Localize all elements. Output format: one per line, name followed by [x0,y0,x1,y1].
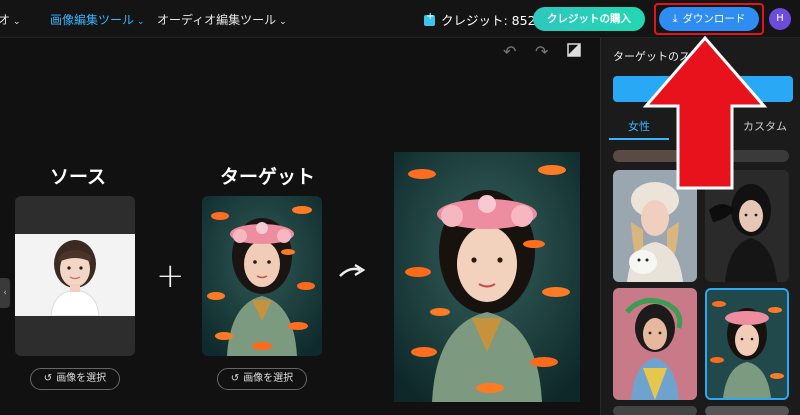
arrow-right-icon [338,262,366,288]
target-title: ターゲット [220,166,316,188]
style-thumbnail-selected[interactable] [705,288,789,400]
credit-gem-icon [424,11,435,26]
nav-audio-tools[interactable]: オーディオ編集ツール ⌄ [157,11,287,28]
source-title: ソース [50,166,107,188]
nav-image-tools[interactable]: 画像編集ツール ⌄ [50,11,145,28]
plus-icon: + [156,256,185,296]
source-select-image-button[interactable]: ↺ 画像を選択 [30,368,120,390]
red-annotation-arrow [642,35,768,190]
refresh-icon: ↺ [230,373,240,384]
eraser-icon[interactable] [566,42,582,62]
chevron-down-icon: ⌄ [13,17,21,27]
result-image [394,152,580,402]
chevron-down-icon: ⌄ [279,17,287,27]
style-thumbnail[interactable] [613,288,697,400]
target-select-image-button[interactable]: ↺ 画像を選択 [217,368,307,390]
credits-display: クレジット: 852 [424,10,536,29]
style-thumbnail[interactable] [613,406,697,415]
buy-credits-button[interactable]: クレジットの購入 [533,7,645,31]
target-image-card[interactable] [202,196,322,356]
style-thumbnail[interactable] [705,406,789,415]
app-window: { "nav": { "item1": "オーディオ", "item1_visi… [0,0,800,415]
avatar[interactable]: H [769,8,791,30]
download-highlight-box [654,3,764,35]
top-navigation: オ⌄ 画像編集ツール⌄ オーディオ編集ツール⌄ クレジット: 852 クレジット… [0,0,800,38]
source-image-card[interactable] [15,196,135,356]
collapse-left-tab[interactable]: ‹ [0,278,10,308]
redo-icon[interactable]: ↷ [535,42,548,61]
nav-audio-menu-partial[interactable]: オ ⌄ [0,11,21,28]
undo-icon[interactable]: ↶ [503,42,516,61]
chevron-down-icon: ⌄ [137,17,145,27]
source-photo [15,234,135,317]
refresh-icon: ↺ [43,373,53,384]
